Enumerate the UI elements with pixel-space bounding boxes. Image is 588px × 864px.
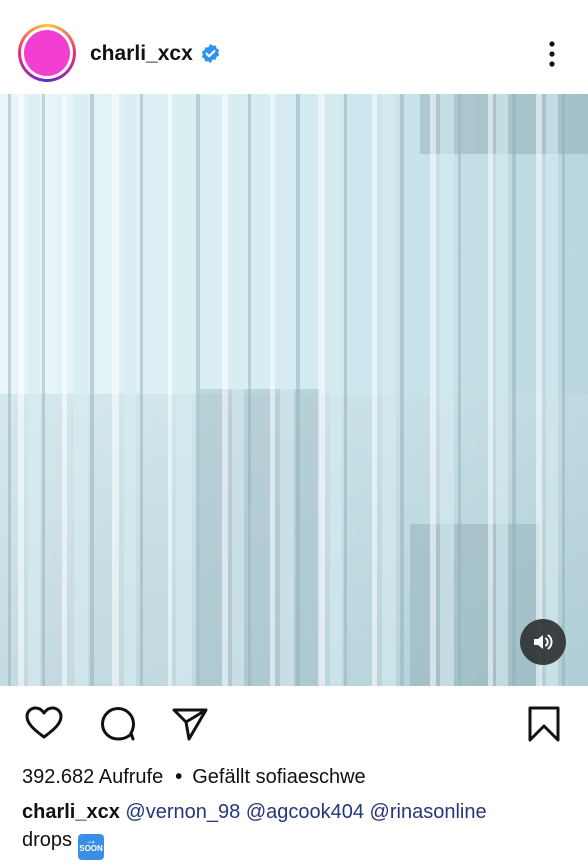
comment-icon: [101, 707, 135, 741]
post-caption: charli_xcx @vernon_98 @agcook404 @rinaso…: [22, 798, 572, 860]
post-action-bar: [0, 694, 588, 754]
speaker-icon: [534, 634, 553, 650]
soon-arrow-icon: → SOON: [78, 834, 105, 860]
comment-button[interactable]: [98, 704, 138, 744]
separator-dot: •: [175, 766, 183, 788]
like-button[interactable]: [24, 704, 64, 744]
caption-text: drops: [22, 829, 73, 851]
heart-icon: [25, 706, 63, 739]
caption-username[interactable]: charli_xcx: [22, 801, 120, 823]
bookmark-icon: [528, 706, 560, 742]
avatar[interactable]: [18, 24, 76, 82]
share-button[interactable]: [170, 704, 210, 744]
avatar-image: [24, 30, 70, 76]
verified-badge-icon: [201, 43, 220, 64]
mention-link[interactable]: @rinasonline: [370, 801, 487, 823]
post-header: charli_xcx: [0, 0, 588, 94]
sound-toggle-button[interactable]: [520, 619, 566, 665]
mention-link[interactable]: @agcook404: [246, 801, 364, 823]
video-frame: [0, 94, 588, 686]
mention-link[interactable]: @vernon_98: [125, 801, 240, 823]
save-button[interactable]: [524, 704, 564, 744]
more-vertical-icon[interactable]: [540, 38, 564, 70]
liked-by-link[interactable]: Gefällt sofiaeschwe: [192, 766, 365, 788]
post-video[interactable]: [0, 94, 588, 686]
view-count: 392.682 Aufrufe: [22, 766, 164, 788]
send-icon: [172, 708, 208, 741]
post-stats: 392.682 Aufrufe • Gefällt sofiaeschwe: [22, 765, 366, 789]
username-link[interactable]: charli_xcx: [90, 42, 193, 66]
